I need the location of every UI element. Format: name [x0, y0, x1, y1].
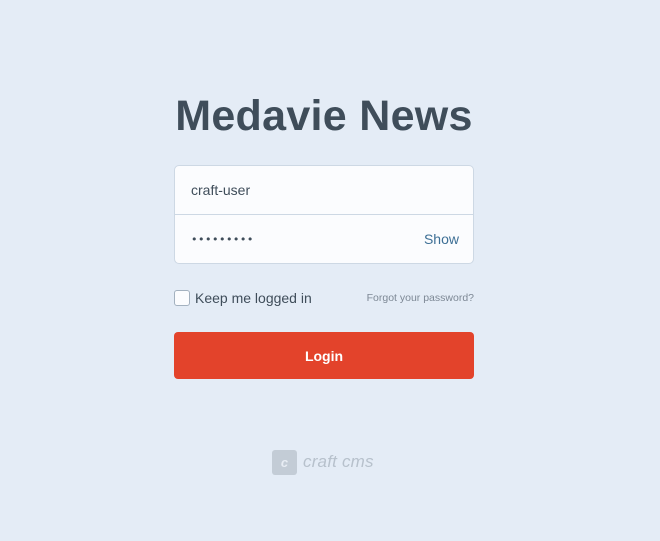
- craft-cms-logo-icon: c: [272, 449, 297, 475]
- username-field-row: [175, 166, 473, 215]
- login-fields: ••••••••• Show: [174, 165, 474, 264]
- show-password-button[interactable]: Show: [424, 231, 459, 247]
- craft-cms-branding[interactable]: c craft cms: [272, 449, 374, 475]
- username-input[interactable]: [175, 175, 405, 205]
- remember-row: Keep me logged in Forgot your password?: [174, 289, 474, 307]
- craft-cms-wordmark: craft cms: [303, 452, 374, 471]
- keep-logged-in-label[interactable]: Keep me logged in: [195, 290, 312, 306]
- forgot-password-link[interactable]: Forgot your password?: [367, 292, 474, 304]
- site-title: Medavie News: [175, 92, 473, 140]
- craft-logo-letter: c: [280, 454, 289, 470]
- password-input[interactable]: •••••••••: [175, 233, 405, 246]
- keep-logged-in-checkbox[interactable]: [174, 290, 190, 306]
- login-button[interactable]: Login: [174, 332, 474, 379]
- password-field-row: ••••••••• Show: [175, 215, 473, 263]
- login-page: Medavie News ••••••••• Show Keep me logg…: [0, 0, 660, 541]
